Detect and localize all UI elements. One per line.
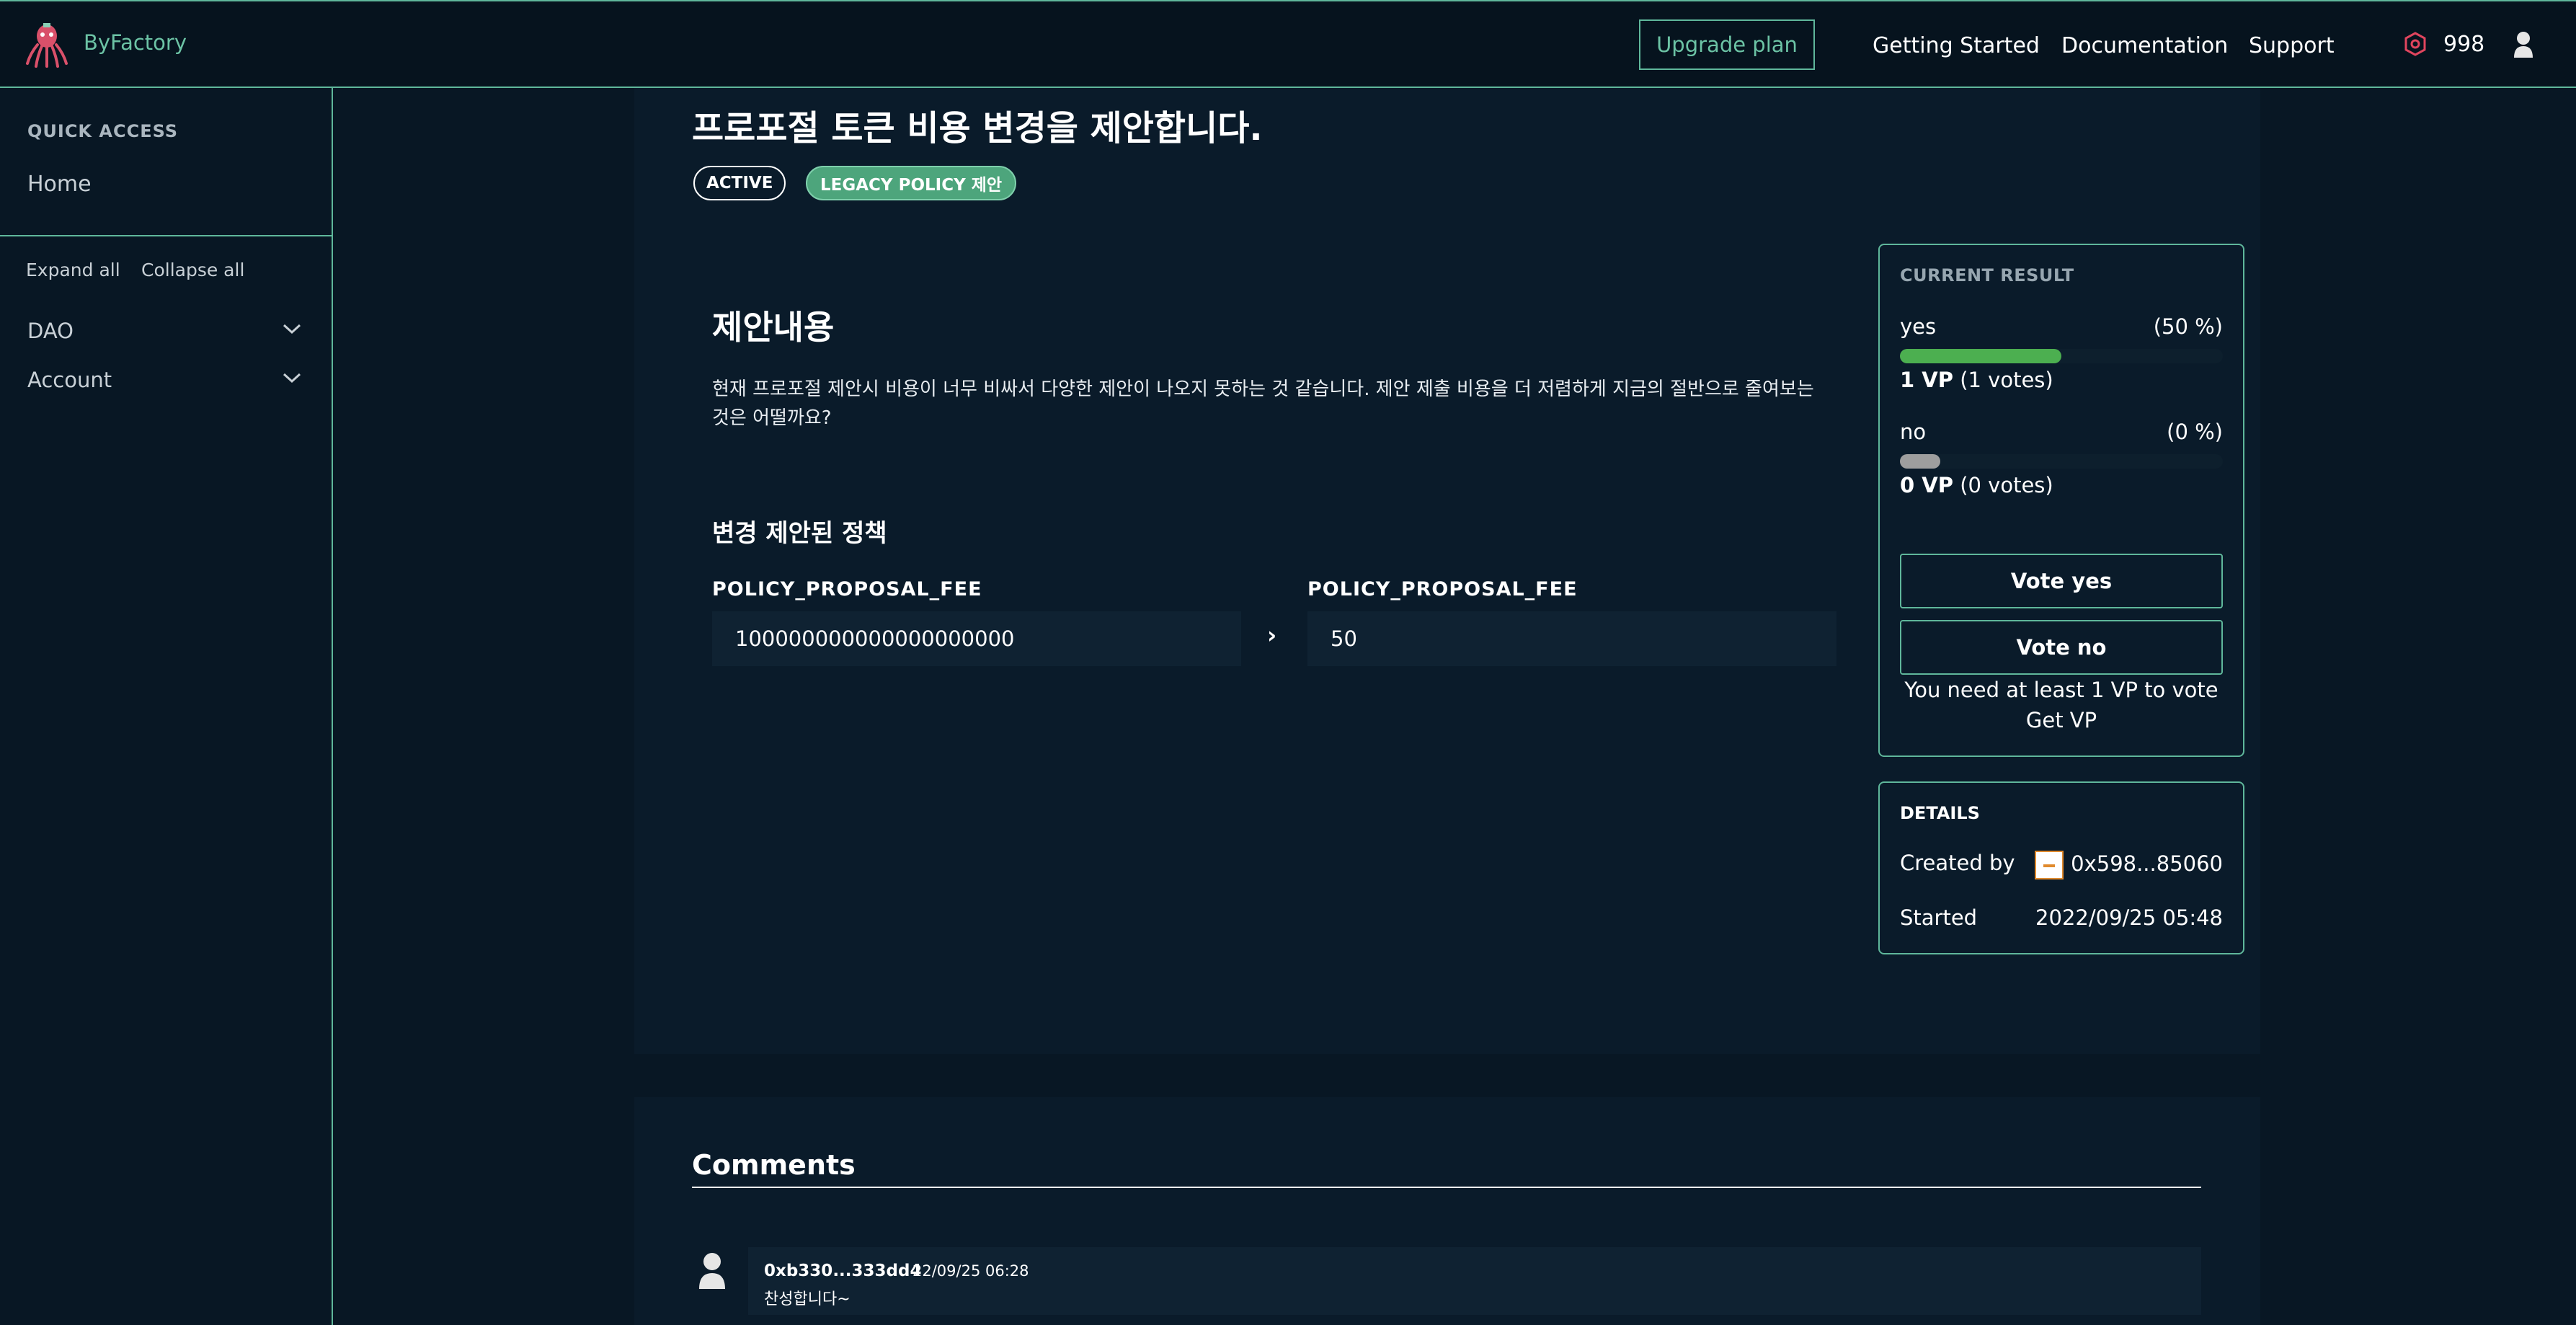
option-yes-label: yes (1900, 314, 1937, 339)
option-yes-vote-count: (1 votes) (1960, 368, 2053, 392)
sidebar-item-home[interactable]: Home (27, 172, 92, 197)
creator-avatar-icon (2035, 851, 2064, 879)
started-value: 2022/09/25 05:48 (2035, 905, 2223, 930)
current-result-card: CURRENT RESULT yes (50 %) 1 VP (1 votes)… (1878, 244, 2244, 757)
comments-divider (692, 1187, 2201, 1188)
option-no-label: no (1900, 420, 1927, 444)
chevron-down-icon (283, 373, 301, 384)
nav-getting-started[interactable]: Getting Started (1873, 33, 2040, 58)
changed-policy-heading: 변경 제안된 정책 (712, 519, 887, 548)
user-profile-icon[interactable] (2513, 30, 2534, 59)
option-yes-progress-fill (1900, 349, 2061, 363)
collapse-all-button[interactable]: Collapse all (141, 260, 244, 280)
current-result-title: CURRENT RESULT (1900, 265, 2074, 285)
option-yes-percent: (50 %) (2153, 314, 2223, 339)
comment-text: 찬성합니다~ (764, 1290, 850, 1308)
arrow-right-icon: › (1267, 621, 1277, 649)
creator-address: 0x598...85060 (2071, 851, 2223, 876)
sidebar-item-account[interactable]: Account (27, 368, 301, 392)
option-no-percent: (0 %) (2167, 420, 2223, 444)
vote-requirement-note: You need at least 1 VP to vote Get VP (1880, 675, 2243, 735)
upgrade-plan-button[interactable]: Upgrade plan (1639, 19, 1815, 70)
sidebar: QUICK ACCESS Home Expand all Collapse al… (0, 88, 333, 1325)
proposal-type-badge: LEGACY POLICY 제안 (806, 166, 1017, 200)
comment-timestamp: 22/09/25 06:28 (912, 1262, 1029, 1280)
expand-all-button[interactable]: Expand all (26, 260, 120, 280)
chevron-down-icon (283, 324, 301, 334)
sidebar-item-label: DAO (27, 319, 74, 343)
option-no-progress-fill (1900, 454, 1940, 469)
nav-documentation[interactable]: Documentation (2061, 33, 2228, 58)
details-card: DETAILS Created by 0x598...85060 Started… (1878, 781, 2244, 954)
comment-item: 0xb330...333dd4 22/09/25 06:28 찬성합니다~ (748, 1247, 2201, 1315)
brand-name[interactable]: ByFactory (84, 30, 187, 55)
get-vp-link[interactable]: Get VP (1880, 705, 2243, 735)
comments-title: Comments (692, 1149, 856, 1181)
vote-no-button[interactable]: Vote no (1900, 620, 2223, 675)
commenter-avatar-icon (699, 1253, 725, 1289)
created-by-value[interactable]: 0x598...85060 (2035, 851, 2223, 879)
vote-requirement-text: You need at least 1 VP to vote (1904, 678, 2219, 702)
option-no-vp-amount: 0 VP (1900, 473, 1953, 497)
vote-yes-button[interactable]: Vote yes (1900, 554, 2223, 608)
nav-support[interactable]: Support (2249, 33, 2335, 58)
option-yes-vp-amount: 1 VP (1900, 368, 1953, 392)
to-policy-value: 50 (1307, 611, 1836, 666)
from-policy-label: POLICY_PROPOSAL_FEE (712, 578, 982, 601)
from-policy-value: 100000000000000000000 (712, 611, 1241, 666)
created-by-label: Created by (1900, 851, 2015, 875)
sidebar-item-dao[interactable]: DAO (27, 319, 301, 343)
sidebar-divider (0, 235, 332, 236)
quick-access-title: QUICK ACCESS (27, 121, 179, 141)
sidebar-item-label: Account (27, 368, 112, 392)
token-icon (2404, 32, 2426, 56)
to-policy-label: POLICY_PROPOSAL_FEE (1307, 578, 1578, 601)
option-yes-progress-bar (1900, 349, 2223, 363)
proposal-description: 현재 프로포절 제안시 비용이 너무 비싸서 다양한 제안이 나오지 못하는 것… (712, 378, 1814, 429)
status-badge: ACTIVE (693, 166, 786, 200)
token-balance: 998 (2443, 32, 2485, 57)
details-title: DETAILS (1900, 803, 1980, 823)
started-label: Started (1900, 905, 1978, 930)
top-bar: ByFactory Upgrade plan Getting Started D… (0, 0, 2576, 88)
option-no-progress-bar (1900, 454, 2223, 469)
proposal-title: 프로포절 토큰 비용 변경을 제안합니다. (692, 108, 1263, 149)
option-no-vote-count: (0 votes) (1960, 473, 2053, 497)
comment-author[interactable]: 0xb330...333dd4 (764, 1262, 921, 1280)
option-no-vp: 0 VP (0 votes) (1900, 473, 2053, 497)
proposal-content-heading: 제안내용 (712, 308, 835, 347)
option-yes-vp: 1 VP (1 votes) (1900, 368, 2053, 392)
octopus-logo-icon[interactable] (25, 22, 69, 68)
